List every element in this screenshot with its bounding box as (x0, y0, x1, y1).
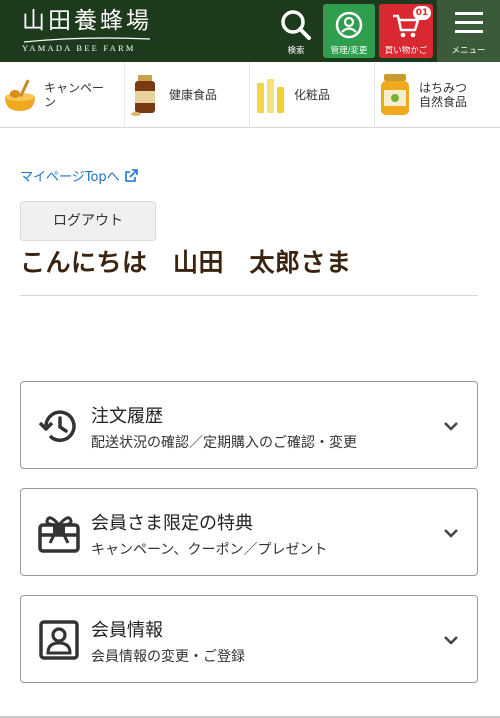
category-label: キャンペーン (44, 81, 105, 109)
cart-count-badge: 01 (413, 6, 431, 20)
site-logo[interactable]: 山田養蜂場 YAMADA BEE FARM (22, 6, 152, 53)
logo-japanese: 山田養蜂場 (22, 8, 152, 34)
category-cosmetics[interactable]: 化粧品 (250, 62, 375, 128)
mypage-top-link[interactable]: マイページTopへ (20, 166, 139, 185)
divider (20, 295, 478, 296)
category-health-food[interactable]: 健康食品 (125, 62, 250, 128)
card-subtitle: 会員情報の変更・ご登録 (91, 649, 245, 665)
card-title: 注文履歴 (91, 406, 163, 427)
supplement-bottle-icon (125, 70, 165, 120)
logo-swoosh-icon (23, 37, 151, 43)
category-nav: キャンペーン 健康食品 化粧品 はちみつ 自然食品 (0, 62, 500, 128)
cart-label: 買い物かご (384, 46, 428, 56)
member-profile-icon (39, 620, 79, 660)
honey-dipper-icon (0, 70, 40, 120)
card-title: 会員さま限定の特典 (91, 513, 253, 534)
cart-button[interactable]: 01 買い物かご (379, 4, 433, 58)
menu-label: メニュー (451, 46, 486, 56)
external-link-icon (124, 169, 138, 182)
account-label: 管理/変更 (330, 46, 368, 56)
account-icon (335, 11, 363, 39)
category-label: はちみつ 自然食品 (419, 81, 468, 109)
honey-jar-icon (375, 70, 415, 120)
member-info-card[interactable]: 会員情報 会員情報の変更・ご登録 (20, 595, 478, 683)
menu-button[interactable]: メニュー (437, 0, 500, 62)
cosmetics-icon (250, 70, 290, 120)
chevron-down-icon (444, 529, 458, 538)
order-history-card[interactable]: 注文履歴 配送状況の確認／定期購入のご確認・変更 (20, 381, 478, 469)
logo-english: YAMADA BEE FARM (22, 43, 136, 53)
greeting-heading: こんにちは 山田 太郎さま (20, 248, 352, 277)
account-button[interactable]: 管理/変更 (323, 4, 375, 58)
category-campaign[interactable]: キャンペーン (0, 62, 125, 128)
card-subtitle: 配送状況の確認／定期購入のご確認・変更 (91, 435, 357, 451)
hamburger-menu-icon (454, 12, 483, 33)
category-label: 健康食品 (169, 88, 218, 102)
mypage-top-link-label: マイページTopへ (20, 170, 120, 185)
search-icon (281, 10, 311, 40)
card-subtitle: キャンペーン、クーポン／プレゼント (91, 542, 328, 558)
logout-button[interactable]: ログアウト (20, 201, 156, 241)
chevron-down-icon (444, 422, 458, 431)
card-title: 会員情報 (91, 620, 163, 641)
member-benefits-card[interactable]: 会員さま限定の特典 キャンペーン、クーポン／プレゼント (20, 488, 478, 576)
category-label: 化粧品 (294, 88, 331, 102)
history-icon (38, 410, 76, 442)
search-button[interactable]: 検索 (273, 4, 319, 58)
category-honey-natural-food[interactable]: はちみつ 自然食品 (375, 62, 500, 128)
site-header: 山田養蜂場 YAMADA BEE FARM 検索 管理/変更 01 買い物かご (0, 0, 500, 62)
gift-card-icon (38, 516, 80, 553)
chevron-down-icon (444, 636, 458, 645)
search-label: 検索 (287, 46, 305, 56)
